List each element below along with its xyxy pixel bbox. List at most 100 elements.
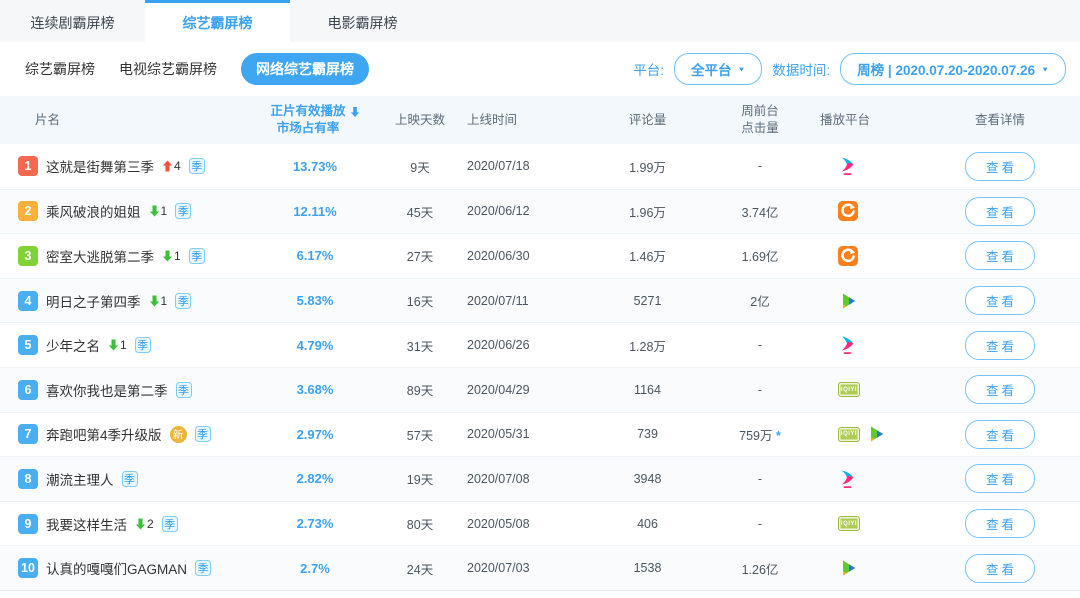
clicks-cell: - <box>720 472 800 486</box>
view-button[interactable]: 查看 <box>964 196 1035 226</box>
rank-badge: 5 <box>16 335 38 359</box>
comments-cell: 739 <box>637 427 658 442</box>
tab-bar-filler <box>435 0 1080 42</box>
trend-value: 1 <box>174 248 181 263</box>
days-cell: 27天 <box>406 250 434 265</box>
show-title: 喜欢你我也是第二季 <box>46 383 168 399</box>
days-cell: 9天 <box>410 160 430 175</box>
sort-descending-icon[interactable] <box>350 107 360 118</box>
view-button-label: 查看 <box>985 518 1017 533</box>
season-badge: 季 <box>188 158 205 175</box>
clicks-cell: - <box>720 159 800 173</box>
season-badge: 季 <box>195 560 212 577</box>
header-comments: 评论量 <box>628 112 667 127</box>
subtab-variety-all[interactable]: 综艺霸屏榜 <box>25 53 95 85</box>
platform-cell: iQIYI <box>800 516 920 532</box>
tencent-video-icon <box>843 293 855 309</box>
table-row: 10 认真的嘎嘎们GAGMAN 季 2.7% 24天 2020/07/03 15… <box>0 545 1080 590</box>
sub-tab-bar: 综艺霸屏榜 电视综艺霸屏榜 网络综艺霸屏榜 平台: 全平台 ▼ 数据时间: 周榜… <box>0 42 1080 96</box>
platform-cell: iQIYI <box>800 424 920 444</box>
rank-badge: 1 <box>16 156 38 180</box>
trend-arrow-icon <box>149 205 159 217</box>
days-cell: 57天 <box>406 428 434 443</box>
title-cell: 8 潮流主理人 季 <box>0 468 250 492</box>
header-share-label: 正片有效播放 市场占有率 <box>270 104 346 135</box>
days-cell: 16天 <box>406 295 434 310</box>
comments-cell: 3948 <box>633 471 662 486</box>
time-select[interactable]: 周榜 | 2020.07.20-2020.07.26 ▼ <box>840 53 1066 85</box>
chevron-down-icon: ▼ <box>737 65 746 73</box>
title-cell: 10 认真的嘎嘎们GAGMAN 季 <box>0 558 250 582</box>
table-header: 片名 正片有效播放 市场占有率 上映天数 上线时间 评论量 周前台 点击量 播放… <box>0 96 1080 144</box>
top-tab-bar: 连续剧霸屏榜 综艺霸屏榜 电影霸屏榜 <box>0 0 1080 42</box>
online-cell: 2020/07/11 <box>467 293 529 308</box>
view-button[interactable]: 查看 <box>964 509 1035 539</box>
title-cell: 7 奔跑吧第4季升级版 新 季 <box>0 424 250 448</box>
platform-cell <box>800 291 920 311</box>
tencent-video-icon <box>871 426 883 442</box>
show-title: 少年之名 <box>46 339 100 355</box>
clicks-cell: 2亿 <box>720 291 800 310</box>
trend-arrow-icon <box>135 518 146 530</box>
season-badge: 季 <box>175 203 192 220</box>
season-badge: 季 <box>194 426 211 443</box>
share-cell: 2.97% <box>296 426 334 442</box>
view-button[interactable]: 查看 <box>964 464 1035 494</box>
clicks-cell: 1.26亿 <box>720 559 800 578</box>
clicks-cell: - <box>720 517 800 531</box>
table-body: 1 这就是街舞第三季 4 季 13.73% 9天 2020/07/18 1.99… <box>0 144 1080 591</box>
online-cell: 2020/04/29 <box>467 382 530 397</box>
platform-filter-label: 平台: <box>633 63 664 78</box>
season-badge: 季 <box>175 381 192 398</box>
header-share-sortable[interactable]: 正片有效播放 市场占有率 <box>250 103 380 137</box>
view-button[interactable]: 查看 <box>964 375 1035 405</box>
tencent-video-icon <box>843 560 855 576</box>
table-row: 3 密室大逃脱第二季 1 季 6.17% 27天 2020/06/30 1.46… <box>0 233 1080 278</box>
subtab-tv-variety[interactable]: 电视综艺霸屏榜 <box>119 53 217 85</box>
trend-value: 1 <box>160 293 168 308</box>
clicks-cell: 1.69亿 <box>720 246 800 265</box>
online-cell: 2020/06/12 <box>467 204 530 219</box>
clicks-value: 2亿 <box>750 295 770 310</box>
view-button[interactable]: 查看 <box>964 553 1035 583</box>
clicks-value: 759万 <box>739 428 773 443</box>
platform-select[interactable]: 全平台 ▼ <box>673 53 763 85</box>
rank-badge: 10 <box>16 558 38 582</box>
table-row: 8 潮流主理人 季 2.82% 19天 2020/07/08 3948 - 查看 <box>0 456 1080 501</box>
view-button[interactable]: 查看 <box>964 151 1035 181</box>
online-cell: 2020/07/18 <box>467 159 530 174</box>
trend-indicator: 1 <box>108 338 127 352</box>
trend-indicator: 1 <box>162 249 181 263</box>
show-title: 这就是街舞第三季 <box>46 160 154 176</box>
view-button[interactable]: 查看 <box>964 286 1035 316</box>
comments-cell: 1.99万 <box>629 160 666 175</box>
rank-badge: 9 <box>16 513 38 537</box>
share-cell: 13.73% <box>292 158 338 174</box>
online-cell: 2020/06/26 <box>467 338 530 353</box>
platform-select-value: 全平台 <box>690 63 732 78</box>
clicks-value: - <box>757 471 763 486</box>
tab-movie-ranking[interactable]: 电影霸屏榜 <box>290 0 435 42</box>
table-row: 7 奔跑吧第4季升级版 新 季 2.97% 57天 2020/05/31 739… <box>0 411 1080 457</box>
tab-variety-ranking[interactable]: 综艺霸屏榜 <box>145 0 290 42</box>
platform-cell <box>800 245 920 266</box>
view-button[interactable]: 查看 <box>964 330 1035 360</box>
trend-value: 1 <box>120 338 127 353</box>
time-select-value: 周榜 | 2020.07.20-2020.07.26 <box>857 63 1036 78</box>
view-button[interactable]: 查看 <box>964 241 1035 271</box>
days-cell: 19天 <box>406 473 434 488</box>
iqiyi-icon: iQIYI <box>838 382 860 398</box>
table-row: 1 这就是街舞第三季 4 季 13.73% 9天 2020/07/18 1.99… <box>0 144 1080 189</box>
view-button-label: 查看 <box>985 339 1017 354</box>
subtab-web-variety[interactable]: 网络综艺霸屏榜 <box>241 53 369 85</box>
rank-badge: 2 <box>16 201 38 225</box>
view-cell: 查看 <box>920 151 1080 181</box>
youku-icon <box>841 157 854 176</box>
online-cell: 2020/05/08 <box>467 516 530 531</box>
title-cell: 3 密室大逃脱第二季 1 季 <box>0 245 250 269</box>
tab-series-ranking[interactable]: 连续剧霸屏榜 <box>0 0 145 42</box>
table-row: 2 乘风破浪的姐姐 1 季 12.11% 45天 2020/06/12 1.96… <box>0 188 1080 234</box>
view-button[interactable]: 查看 <box>964 419 1035 449</box>
rank-badge: 6 <box>16 379 38 403</box>
view-button-label: 查看 <box>985 205 1017 220</box>
